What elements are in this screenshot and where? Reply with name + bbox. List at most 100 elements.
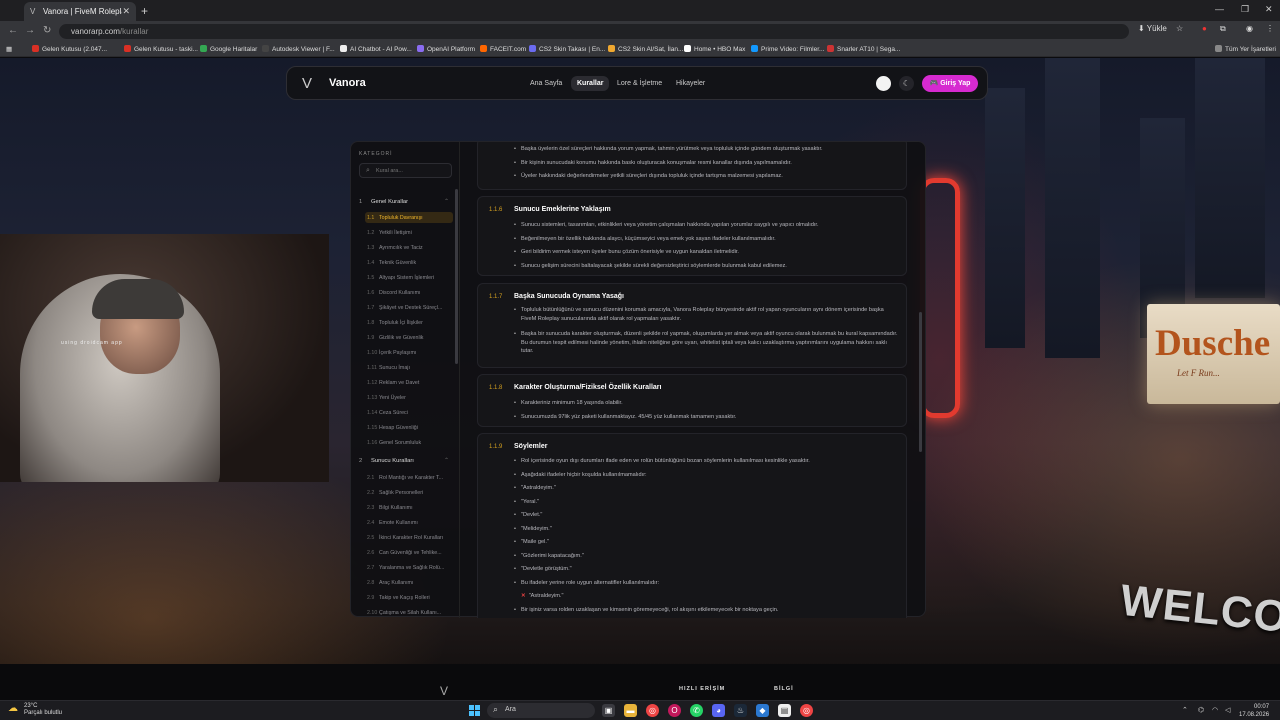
system-clock[interactable]: 00:07 17.08.2026 xyxy=(1239,703,1269,719)
vanora-logo-icon[interactable]: V xyxy=(302,75,312,92)
bookmark-gmail-2[interactable]: Gelen Kutusu - taski... xyxy=(124,45,198,53)
theme-toggle-light[interactable] xyxy=(876,76,891,91)
sidebar-item[interactable]: 2.3 Bilgi Kullanımı xyxy=(365,502,453,513)
sidebar-item[interactable]: 2.8 Araç Kullanımı xyxy=(365,577,453,588)
sidebar-item[interactable]: 1.3 Ayrımcılık ve Taciz xyxy=(365,242,453,253)
content-scrollbar[interactable] xyxy=(919,312,922,452)
sidebar-item[interactable]: 2.9 Takip ve Kaçış Rolleri xyxy=(365,592,453,603)
moon-icon[interactable]: ☾ xyxy=(899,76,914,91)
item-number: 2.4 xyxy=(367,519,375,526)
profile-avatar[interactable]: ◉ xyxy=(1246,24,1253,33)
sidebar-scrollbar[interactable] xyxy=(455,189,458,364)
extension-icon[interactable]: ● xyxy=(1202,24,1207,33)
nav-lore[interactable]: Lore & İşletme xyxy=(611,76,668,91)
file-explorer-icon[interactable]: ▬ xyxy=(624,704,637,717)
sidebar-item[interactable]: 1.9 Gizlilik ve Güvenlik xyxy=(365,332,453,343)
item-label: Ayrımcılık ve Taciz xyxy=(379,244,423,251)
sidebar-item[interactable]: 1.2 Yetkili İletişimi xyxy=(365,227,453,238)
sidebar-item[interactable]: 2.7 Yaralanma ve Sağlık Rolü... xyxy=(365,562,453,573)
sidebar-item[interactable]: 2.6 Can Güvenliği ve Tehlike... xyxy=(365,547,453,558)
sidebar-item[interactable]: 1.11 Sunucu İmajı xyxy=(365,363,453,374)
footer-logo-icon[interactable]: V xyxy=(440,684,448,698)
item-number: 2.3 xyxy=(367,504,375,511)
notepad-icon[interactable]: ▤ xyxy=(778,704,791,717)
chevron-up-icon[interactable]: ⌃ xyxy=(444,458,449,464)
sidebar-item[interactable]: 1.15 Hesap Güvenliği xyxy=(365,423,453,434)
bookmark-autodesk[interactable]: Autodesk Viewer | F... xyxy=(262,45,335,53)
install-app-button[interactable]: ⬇ Yükle xyxy=(1138,24,1167,33)
bookmark-snarler[interactable]: Snarler AT10 | Sega... xyxy=(827,45,900,53)
sidebar-item[interactable]: 2.2 Sağlık Personelleri xyxy=(365,487,453,498)
new-tab-icon[interactable]: + xyxy=(141,4,148,18)
nav-rules[interactable]: Kurallar xyxy=(571,76,610,91)
sidebar-item[interactable]: 1.13 Yeni Üyeler xyxy=(365,393,453,404)
sidebar-item[interactable]: 1.14 Ceza Süreci xyxy=(365,408,453,419)
tray-chevron-icon[interactable]: ⌃ xyxy=(1182,706,1188,714)
item-label: Discord Kullanımı xyxy=(379,289,421,296)
bookmark-gmail-1[interactable]: Gelen Kutusu (2.047... xyxy=(32,45,107,53)
nav-home[interactable]: Ana Sayfa xyxy=(524,76,568,91)
start-button[interactable] xyxy=(469,705,480,716)
address-bar-row: ← → ↻ vanorarp.com/kurallar ⬇ Yükle ☆ ● … xyxy=(0,21,1280,42)
close-window-icon[interactable]: ✕ xyxy=(1265,4,1273,15)
forward-icon[interactable]: → xyxy=(25,25,35,36)
bookmark-hbo-max[interactable]: Home • HBO Max xyxy=(684,45,745,53)
chevron-up-icon[interactable]: ⌃ xyxy=(444,199,449,205)
bookmark-google-maps[interactable]: Google Haritalar xyxy=(200,45,257,53)
sidebar-item[interactable]: 1.6 Discord Kullanımı xyxy=(365,287,453,298)
sidebar-item[interactable]: 1.5 Altyapı Sistem İşlemleri xyxy=(365,272,453,283)
sidebar-item[interactable]: 1.7 Şikâyet ve Destek Süreçl... xyxy=(365,302,453,313)
reload-icon[interactable]: ↻ xyxy=(43,25,51,36)
browser-tab[interactable]: V Vanora | FiveM Roleplay ✕ xyxy=(24,2,136,21)
skyscraper xyxy=(1195,58,1265,298)
bookmark-prime-video[interactable]: Prime Video: Filmler... xyxy=(751,45,824,53)
section-server-rules[interactable]: 2 Sunucu Kuralları ⌃ xyxy=(359,458,449,464)
url-field[interactable]: vanorarp.com/kurallar xyxy=(59,24,1129,39)
partly-cloudy-icon: ☁ xyxy=(8,703,18,714)
sidebar-item[interactable]: 1.16 Genel Sorumluluk xyxy=(365,438,453,449)
bookmark-openai[interactable]: OpenAI Platform xyxy=(417,45,475,53)
opera-icon[interactable]: O xyxy=(668,704,681,717)
extensions-icon[interactable]: ⧉ xyxy=(1220,24,1226,34)
volume-icon[interactable]: ◁ xyxy=(1225,706,1230,714)
bookmark-cs2-takas[interactable]: CS2 Skin Takası | En... xyxy=(529,45,605,53)
sidebar-item[interactable]: 1.10 İçerik Paylaşımı xyxy=(365,347,453,358)
bookmark-faceit[interactable]: FACEIT.com xyxy=(480,45,526,53)
weather-widget[interactable]: ☁ 23°C Parçalı bulutlu xyxy=(8,703,62,717)
section-general-rules[interactable]: 1 Genel Kurallar ⌃ xyxy=(359,199,449,205)
bookmark-star-icon[interactable]: ☆ xyxy=(1176,24,1183,33)
bookmark-ai-chatbot[interactable]: AI Chatbot - AI Pow... xyxy=(340,45,412,53)
nav-stories[interactable]: Hikayeler xyxy=(670,76,711,91)
item-label: Emote Kullanımı xyxy=(379,519,418,526)
sidebar-item[interactable]: 2.1 Rol Mantığı ve Karakter T... xyxy=(365,472,453,483)
close-tab-icon[interactable]: ✕ xyxy=(122,6,130,17)
brand-name[interactable]: Vanora xyxy=(329,77,366,89)
rule-bullet: Bir işiniz varsa rolden uzaklaşan ve kim… xyxy=(514,606,899,615)
discord-icon[interactable]: ◕ xyxy=(712,704,725,717)
rule-search-input[interactable]: ⌕ Kural ara... xyxy=(359,163,452,178)
sidebar-item[interactable]: 2.5 İkinci Karakter Rol Kuralları xyxy=(365,532,453,543)
maximize-icon[interactable]: ❐ xyxy=(1241,4,1249,15)
login-button[interactable]: 🎮 Giriş Yap xyxy=(922,75,978,92)
wifi-icon[interactable]: ◠ xyxy=(1212,706,1218,714)
steam-icon[interactable]: ♨ xyxy=(734,704,747,717)
apps-icon[interactable]: ▦ xyxy=(6,45,12,53)
sidebar-item[interactable]: 1.12 Reklam ve Davet xyxy=(365,378,453,389)
sidebar-item[interactable]: 2.10 Çatışma ve Silah Kullanı... xyxy=(365,607,453,618)
taskbar-search[interactable]: ⌕ Ara xyxy=(487,703,595,718)
sidebar-item[interactable]: 1.4 Teknik Güvenlik xyxy=(365,257,453,268)
sidebar-item[interactable]: 1.1 Topluluk Davranışı xyxy=(365,212,453,223)
menu-icon[interactable]: ⋮ xyxy=(1266,24,1274,33)
chrome-icon[interactable]: ◎ xyxy=(800,704,813,717)
back-icon[interactable]: ← xyxy=(8,25,18,36)
all-bookmarks-folder[interactable]: Tüm Yer İşaretleri xyxy=(1215,45,1276,53)
sidebar-item[interactable]: 1.8 Topluluk İçi İlişkiler xyxy=(365,317,453,328)
minimize-icon[interactable]: — xyxy=(1215,4,1224,14)
task-view-icon[interactable]: ▣ xyxy=(602,704,615,717)
network-icon[interactable]: ⌬ xyxy=(1198,706,1204,714)
chrome-icon[interactable]: ◎ xyxy=(646,704,659,717)
whatsapp-icon[interactable]: ✆ xyxy=(690,704,703,717)
sidebar-item[interactable]: 2.4 Emote Kullanımı xyxy=(365,517,453,528)
app-icon[interactable]: ◆ xyxy=(756,704,769,717)
bookmark-cs2-al-sat[interactable]: CS2 Skin Al/Sat, İlan... xyxy=(608,45,683,53)
